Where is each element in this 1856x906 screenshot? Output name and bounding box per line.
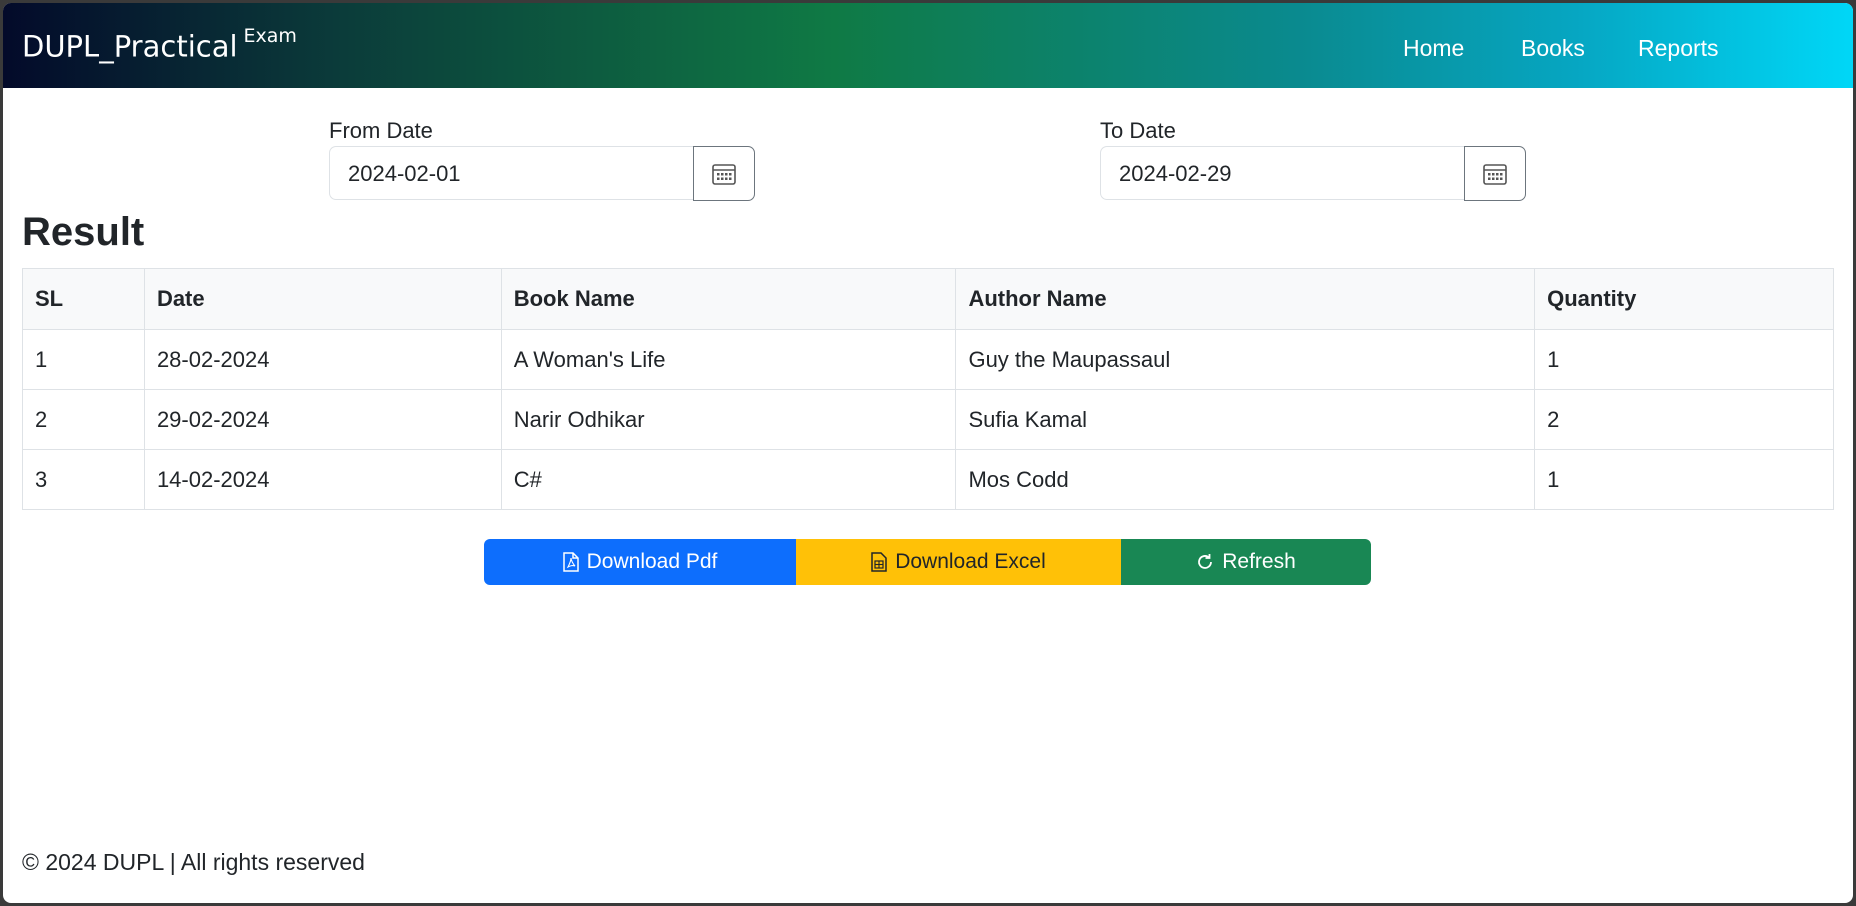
cell-quantity: 2: [1534, 389, 1834, 450]
download-pdf-label: Download Pdf: [586, 550, 718, 573]
nav-reports[interactable]: Reports: [1638, 35, 1719, 62]
from-date-group: 2024-02-01: [329, 146, 755, 202]
table-row: 2 29-02-2024 Narir Odhikar Sufia Kamal 2: [22, 389, 1834, 450]
column-header-author-name: Author Name: [955, 268, 1536, 330]
cell-book-name: Narir Odhikar: [500, 389, 957, 450]
nav-home[interactable]: Home: [1403, 35, 1464, 62]
file-pdf-icon: [562, 552, 579, 572]
calendar-icon: [1483, 163, 1507, 185]
download-pdf-button[interactable]: Download Pdf: [484, 539, 796, 585]
action-button-group: Download Pdf Download Excel Refresh: [484, 539, 1371, 585]
cell-book-name: C#: [500, 449, 957, 510]
cell-date: 14-02-2024: [143, 449, 502, 510]
column-header-date: Date: [143, 268, 502, 330]
from-date-input[interactable]: 2024-02-01: [329, 146, 693, 200]
footer-copyright: © 2024 DUPL | All rights reserved: [22, 849, 365, 875]
cell-quantity: 1: [1534, 329, 1834, 390]
table-header-row: SL Date Book Name Author Name Quantity: [22, 268, 1834, 330]
table-row: 1 28-02-2024 A Woman's Life Guy the Maup…: [22, 329, 1834, 390]
file-spreadsheet-icon: [871, 552, 887, 572]
cell-date: 28-02-2024: [143, 329, 502, 390]
cell-sl: 2: [22, 389, 145, 450]
cell-date: 29-02-2024: [143, 389, 502, 450]
cell-author-name: Mos Codd: [955, 449, 1536, 510]
calendar-icon: [712, 163, 736, 185]
to-date-group: 2024-02-29: [1100, 146, 1526, 202]
column-header-quantity: Quantity: [1534, 268, 1834, 330]
nav-menu: Home Books Reports: [3, 35, 1853, 65]
result-table: SL Date Book Name Author Name Quantity 1…: [22, 268, 1834, 510]
from-date-label: From Date: [329, 118, 433, 143]
from-date-calendar-button[interactable]: [693, 146, 755, 201]
nav-books[interactable]: Books: [1521, 35, 1585, 62]
cell-sl: 3: [22, 449, 145, 510]
refresh-icon: [1198, 554, 1213, 569]
cell-book-name: A Woman's Life: [500, 329, 957, 390]
cell-author-name: Sufia Kamal: [955, 389, 1536, 450]
result-heading: Result: [22, 210, 145, 254]
navbar: DUPL_Practical Exam Home Books Reports: [3, 3, 1853, 88]
to-date-label: To Date: [1100, 118, 1176, 143]
to-date-input[interactable]: 2024-02-29: [1100, 146, 1464, 200]
cell-author-name: Guy the Maupassaul: [955, 329, 1536, 390]
column-header-sl: SL: [22, 268, 145, 330]
to-date-calendar-button[interactable]: [1464, 146, 1526, 201]
column-header-book-name: Book Name: [500, 268, 957, 330]
cell-quantity: 1: [1534, 449, 1834, 510]
download-excel-button[interactable]: Download Excel: [796, 539, 1121, 585]
refresh-button[interactable]: Refresh: [1121, 539, 1371, 585]
refresh-label: Refresh: [1222, 550, 1296, 573]
app-window: DUPL_Practical Exam Home Books Reports Fr…: [3, 3, 1853, 903]
download-excel-label: Download Excel: [895, 550, 1046, 573]
table-row: 3 14-02-2024 C# Mos Codd 1: [22, 449, 1834, 510]
cell-sl: 1: [22, 329, 145, 390]
